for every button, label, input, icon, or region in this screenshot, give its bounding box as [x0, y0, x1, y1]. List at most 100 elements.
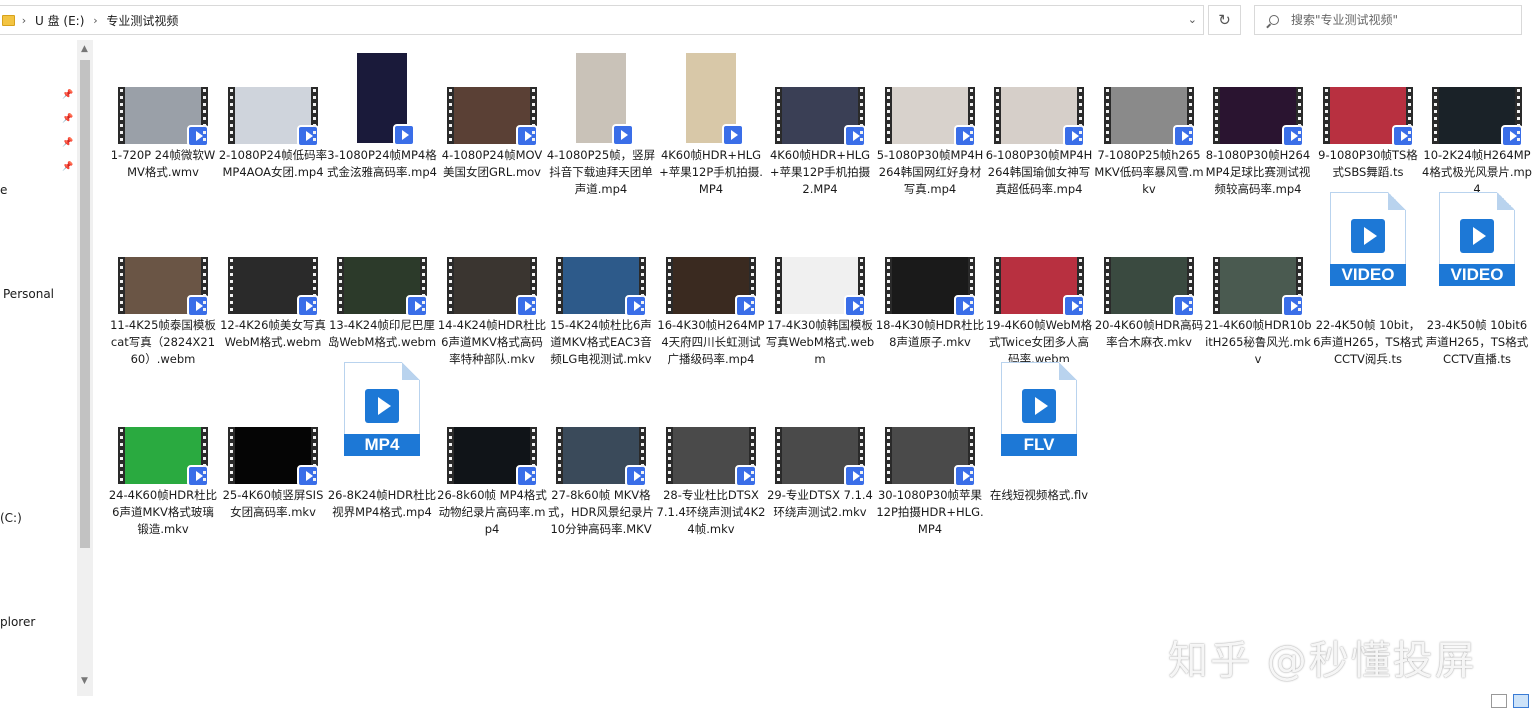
file-thumbnail: VIDEO: [1432, 192, 1522, 286]
video-thumbnail: [666, 257, 757, 317]
file-thumbnail: [337, 53, 427, 146]
file-thumbnail: [228, 427, 319, 487]
play-icon: [1392, 125, 1414, 147]
file-thumbnail: [228, 257, 319, 317]
play-icon: [1063, 295, 1085, 317]
play-icon: [297, 125, 319, 147]
play-icon: [187, 295, 209, 317]
file-name: 8-1080P30帧H264MP4足球比赛测试视频较高码率.mp4: [1205, 148, 1311, 196]
video-thumbnail: [337, 257, 428, 317]
play-icon: [365, 389, 399, 423]
file-name: 29-专业DTSX 7.1.4环绕声测试2.mkv: [767, 488, 873, 519]
pin-icon: 📌: [62, 90, 74, 100]
play-icon: [187, 125, 209, 147]
video-thumbnail: [118, 257, 209, 317]
search-box[interactable]: [1254, 5, 1522, 35]
file-name: 18-4K30帧HDR杜比8声道原子.mkv: [875, 318, 985, 349]
nav-item[interactable]: e: [0, 183, 7, 197]
video-file-icon: VIDEO: [1439, 192, 1515, 286]
file-thumbnail: [775, 427, 866, 487]
file-thumbnail: [1213, 257, 1304, 317]
video-thumbnail: [228, 87, 319, 147]
video-thumbnail: [1213, 87, 1304, 147]
file-thumbnail: [994, 257, 1085, 317]
view-toggle: [1491, 694, 1529, 708]
address-bar[interactable]: › U 盘 (E:) › 专业测试视频 ⌄: [0, 5, 1204, 35]
search-icon: [1269, 15, 1279, 25]
video-thumbnail: [1213, 257, 1304, 317]
file-thumbnail: [775, 87, 866, 147]
file-name: 2-1080P24帧低码率MP4AOA女团.mp4: [218, 148, 328, 179]
file-thumbnail: [1432, 87, 1523, 147]
video-thumbnail: [447, 87, 538, 147]
file-thumbnail: [885, 257, 976, 317]
nav-item-drive-c[interactable]: (C:): [0, 511, 22, 525]
scrollbar-thumb[interactable]: [80, 60, 90, 548]
file-thumbnail: [556, 53, 646, 146]
chevron-down-icon[interactable]: ⌄: [1188, 13, 1197, 26]
file-name: 22-4K50帧 10bit，6声道H265，TS格式CCTV阅兵.ts: [1313, 318, 1423, 366]
file-thumbnail: [1104, 257, 1195, 317]
video-thumbnail: [885, 87, 976, 147]
play-icon: [516, 125, 538, 147]
breadcrumb-drive[interactable]: U 盘 (E:): [33, 12, 86, 29]
chevron-right-icon[interactable]: ›: [86, 14, 104, 27]
play-icon: [625, 465, 647, 487]
file-name: 24-4K60帧HDR杜比6声道MKV格式玻璃锻造.mkv: [108, 488, 218, 536]
file-type-label: VIDEO: [1330, 264, 1406, 286]
video-thumbnail: [994, 87, 1085, 147]
video-thumbnail: [1104, 87, 1195, 147]
scroll-down-icon[interactable]: ▼: [81, 676, 88, 686]
file-thumbnail: [666, 427, 757, 487]
video-thumbnail: [666, 427, 757, 487]
nav-scrollbar[interactable]: ▲ ▼: [77, 40, 93, 696]
file-thumbnail: [337, 257, 428, 317]
file-thumbnail: MP4: [337, 362, 427, 456]
watermark: 知乎 @秒懂投屏: [1168, 638, 1477, 684]
file-name: 27-8k60帧 MKV格式，HDR风景纪录片10分钟高码率.MKV: [548, 488, 654, 536]
file-name: 14-4K24帧HDR杜比6声道MKV格式高码率特种部队.mkv: [437, 318, 547, 366]
play-icon: [844, 125, 866, 147]
video-file-icon: VIDEO: [1330, 192, 1406, 286]
pin-icon: 📌: [62, 162, 74, 172]
video-thumbnail: [556, 427, 647, 487]
play-icon: [297, 295, 319, 317]
play-icon: [516, 295, 538, 317]
search-input[interactable]: [1291, 13, 1511, 27]
video-file-icon: MP4: [344, 362, 420, 456]
file-thumbnail: [118, 427, 209, 487]
file-name: 15-4K24帧杜比6声道MKV格式EAC3音频LG电视测试.mkv: [550, 318, 652, 366]
nav-item-personal[interactable]: Personal: [3, 287, 54, 301]
play-icon: [297, 465, 319, 487]
breadcrumb-folder[interactable]: 专业测试视频: [104, 12, 180, 29]
file-name: 26-8k60帧 MP4格式动物纪录片高码率.mp4: [437, 488, 547, 536]
play-icon: [1351, 219, 1385, 253]
video-file-icon: FLV: [1001, 362, 1077, 456]
file-name: 4-1080P25帧，竖屏抖音下载迪拜天团单声道.mp4: [546, 148, 656, 196]
video-thumbnail: [885, 427, 976, 487]
file-name: 21-4K60帧HDR10bitH265秘鲁风光.mkv: [1204, 318, 1312, 366]
scroll-up-icon[interactable]: ▲: [81, 44, 88, 54]
file-name: 16-4K30帧H264MP4天府四川长虹测试广播级码率.mp4: [657, 318, 765, 366]
file-name: 3-1080P24帧MP4格式金泫雅高码率.mp4: [327, 148, 437, 179]
pin-icon: 📌: [62, 138, 74, 148]
file-thumbnail: [228, 87, 319, 147]
refresh-icon: ↻: [1218, 11, 1231, 29]
folder-icon: [2, 14, 15, 26]
play-icon: [187, 465, 209, 487]
file-name: 4-1080P24帧MOV美国女团GRL.mov: [441, 148, 543, 179]
video-thumbnail: [1104, 257, 1195, 317]
file-name: 在线短视频格式.flv: [989, 488, 1089, 502]
refresh-button[interactable]: ↻: [1208, 5, 1241, 35]
play-icon: [844, 465, 866, 487]
video-thumbnail: [357, 53, 415, 146]
file-name: 9-1080P30帧TS格式SBS舞蹈.ts: [1318, 148, 1418, 179]
large-icons-view-button[interactable]: [1513, 694, 1529, 708]
play-icon: [1173, 295, 1195, 317]
nav-item-explorer[interactable]: plorer: [0, 615, 35, 629]
file-name: 20-4K60帧HDR高码率合木麻衣.mkv: [1094, 318, 1204, 349]
file-thumbnail: [885, 427, 976, 487]
details-view-button[interactable]: [1491, 694, 1507, 708]
pin-icon: 📌: [62, 114, 74, 124]
chevron-right-icon[interactable]: ›: [15, 14, 33, 27]
